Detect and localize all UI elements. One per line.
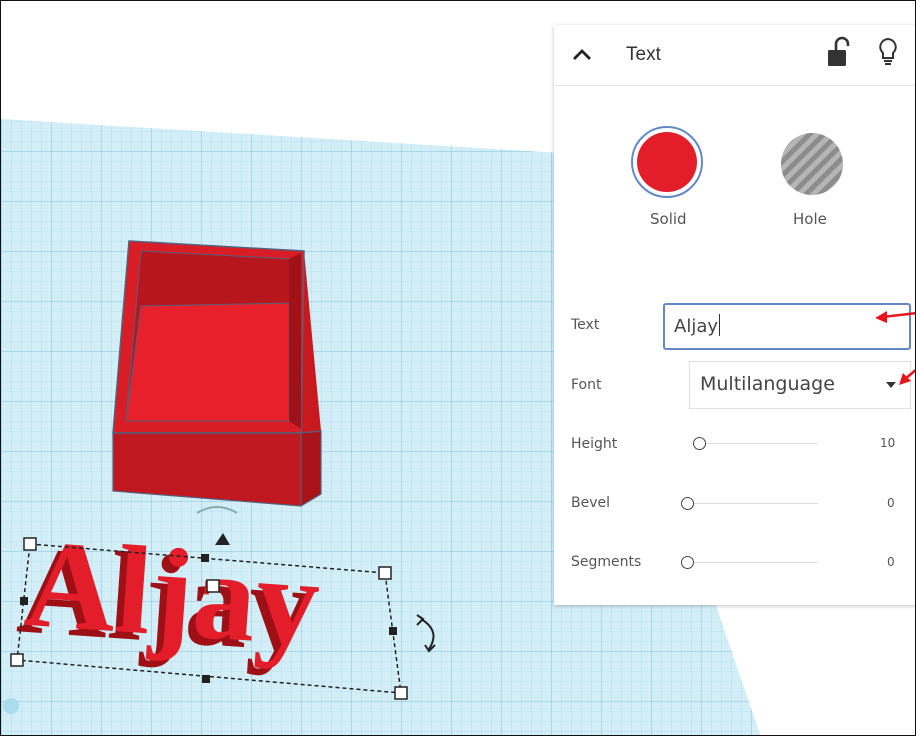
bevel-prop-label: Bevel bbox=[571, 495, 611, 511]
annotation-arrow-font bbox=[899, 369, 915, 385]
lightbulb-icon[interactable] bbox=[876, 36, 900, 68]
segments-prop-label: Segments bbox=[571, 554, 642, 570]
solid-label: Solid bbox=[650, 210, 687, 228]
text-prop-label: Text bbox=[571, 317, 600, 333]
bevel-slider-knob[interactable] bbox=[681, 497, 694, 510]
segments-value: 0 bbox=[887, 555, 895, 569]
bevel-slider-track[interactable] bbox=[686, 503, 818, 504]
inspector-panel: Text Solid Hole Text Aljay Font Multilan… bbox=[554, 25, 915, 605]
panel-title: Text bbox=[626, 44, 661, 65]
solid-color-swatch[interactable] bbox=[631, 126, 703, 198]
height-slider-knob[interactable] bbox=[693, 437, 706, 450]
text-caret bbox=[719, 314, 720, 336]
unlock-icon[interactable] bbox=[826, 36, 850, 68]
height-prop-label: Height bbox=[571, 436, 618, 452]
chevron-down-icon bbox=[886, 382, 896, 388]
svg-text:Aljay: Aljay bbox=[21, 514, 324, 673]
box-shape[interactable] bbox=[112, 240, 322, 507]
chevron-up-icon[interactable] bbox=[570, 43, 594, 67]
screenshot-frame: Aljay Aljay Text Solid Hole Text Aljay F… bbox=[0, 0, 916, 736]
hole-swatch[interactable] bbox=[780, 132, 844, 196]
font-prop-label: Font bbox=[571, 377, 602, 393]
panel-header: Text bbox=[554, 25, 915, 86]
font-select-value: Multilanguage bbox=[700, 373, 835, 395]
segments-slider-knob[interactable] bbox=[681, 556, 694, 569]
bevel-value: 0 bbox=[887, 496, 895, 510]
segments-slider-track[interactable] bbox=[686, 562, 818, 563]
text-shape-aljay[interactable]: Aljay Aljay bbox=[13, 514, 323, 680]
font-select[interactable]: Multilanguage bbox=[689, 361, 911, 409]
view-cube-icon[interactable] bbox=[3, 698, 19, 714]
hole-label: Hole bbox=[793, 210, 827, 228]
text-input-value: Aljay bbox=[674, 316, 718, 337]
height-value: 10 bbox=[880, 436, 896, 450]
annotation-arrow-text bbox=[875, 311, 915, 323]
height-slider-track[interactable] bbox=[694, 443, 818, 444]
